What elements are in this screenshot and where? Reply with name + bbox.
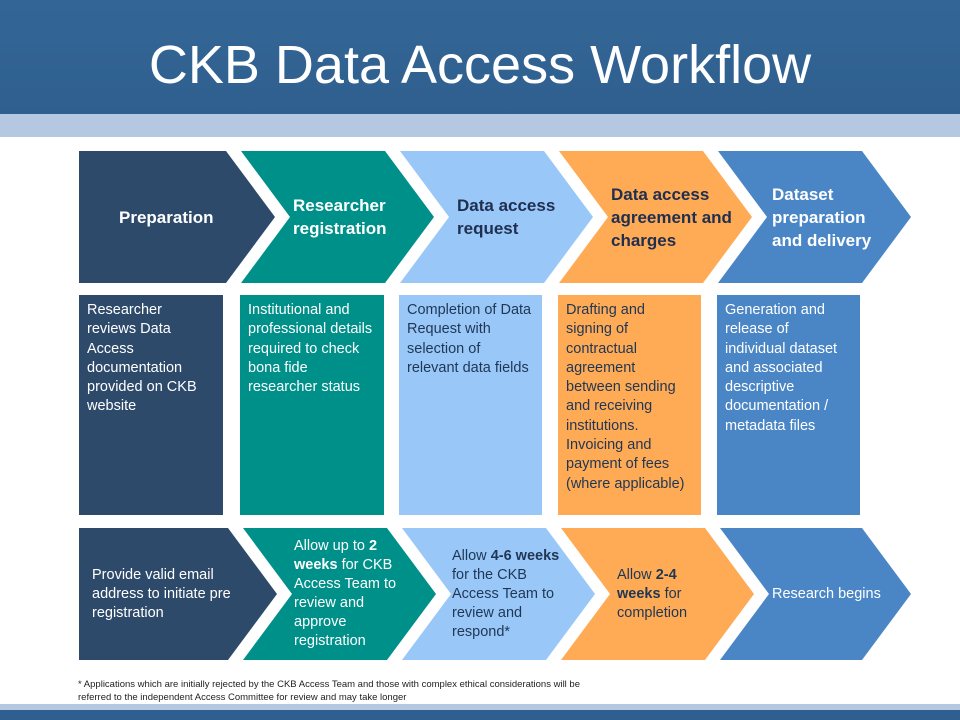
description-request: Completion of Data Request with selectio… — [399, 295, 542, 515]
stage-label-delivery: Dataset preparation and delivery — [772, 184, 872, 250]
description-preparation: Researcher reviews Data Access documenta… — [79, 295, 223, 515]
timeline-delivery: Research begins — [772, 585, 881, 602]
description-agreement: Drafting and signing of contractual agre… — [558, 295, 701, 515]
timeline-request: Allow 4-6 weeks for the CKB Access Team … — [452, 547, 560, 640]
stage-label-registration: Researcher registration — [293, 196, 387, 238]
footer-band-dark — [0, 710, 960, 720]
stage-label-preparation: Preparation — [119, 207, 214, 227]
timeline-preparation: Provide valid email address to initiate … — [92, 566, 231, 621]
stage-label-request: Data access request — [457, 196, 556, 238]
description-delivery: Generation and release of individual dat… — [717, 295, 860, 515]
timeline-agreement: Allow 2-4 weeks for completion — [617, 566, 688, 621]
footnote: * Applications which are initially rejec… — [78, 679, 580, 703]
stage-label-agreement: Data access agreement and charges — [611, 184, 732, 250]
description-registration: Institutional and professional details r… — [240, 295, 384, 515]
timeline-registration: Allow up to 2 weeks for CKB Access Team … — [294, 538, 397, 649]
